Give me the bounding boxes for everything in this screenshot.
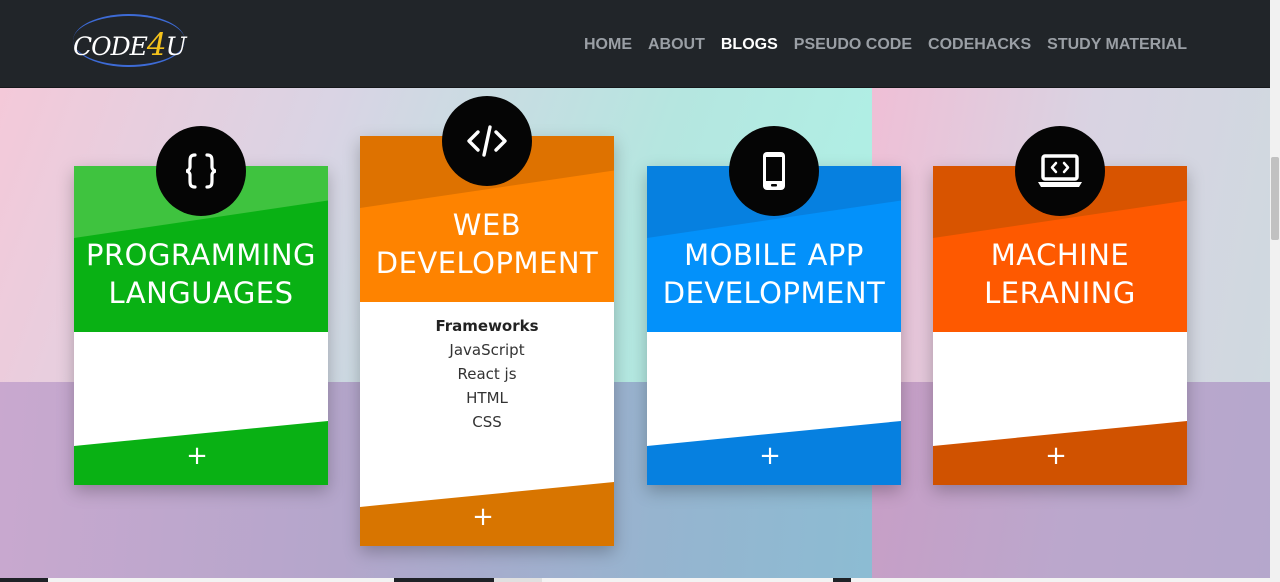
nav-about[interactable]: ABOUT	[648, 36, 705, 54]
card-title: PROGRAMMING LANGUAGES	[85, 238, 316, 310]
framework-item: HTML	[466, 389, 508, 407]
framework-item: React js	[457, 365, 517, 383]
expand-plus-icon[interactable]: +	[74, 443, 320, 469]
expand-plus-icon[interactable]: +	[933, 443, 1179, 469]
code-tag-icon	[442, 96, 532, 186]
card-title: MOBILE APP DEVELOPMENT	[662, 238, 886, 310]
expand-plus-icon[interactable]: +	[360, 504, 606, 530]
smartphone-icon	[729, 126, 819, 216]
nav-blogs[interactable]: BLOGS	[721, 36, 778, 54]
nav-home[interactable]: HOME	[584, 36, 632, 54]
laptop-code-icon	[1015, 126, 1105, 216]
bottom-strip-segment	[542, 578, 833, 582]
card-body: Frameworks JavaScript React js HTML CSS	[360, 302, 614, 434]
card-title: MACHINE LERANING	[984, 238, 1136, 310]
frameworks-heading: Frameworks	[435, 317, 539, 335]
framework-item: JavaScript	[449, 341, 525, 359]
card-mobile-app-development[interactable]: MOBILE APP DEVELOPMENT +	[647, 126, 901, 485]
bottom-strip-segment	[48, 578, 394, 582]
card-web-development[interactable]: WEB DEVELOPMENT Frameworks JavaScript Re…	[360, 96, 614, 546]
card-programming-languages[interactable]: PROGRAMMING LANGUAGES +	[74, 126, 328, 485]
brand-logo-text: CODE4U	[73, 27, 187, 63]
framework-item: CSS	[472, 413, 502, 431]
navbar: CODE4U HOME ABOUT BLOGS PSEUDO CODE CODE…	[0, 0, 1270, 88]
nav-pseudo-code[interactable]: PSEUDO CODE	[794, 36, 912, 54]
page-scrollbar[interactable]	[1270, 0, 1280, 582]
nav-study-material[interactable]: STUDY MATERIAL	[1047, 36, 1187, 54]
brand-logo[interactable]: CODE4U	[73, 14, 187, 67]
nav-codehacks[interactable]: CODEHACKS	[928, 36, 1031, 54]
main-nav: HOME ABOUT BLOGS PSEUDO CODE CODEHACKS S…	[584, 36, 1187, 54]
curly-braces-icon	[156, 126, 246, 216]
scrollbar-thumb[interactable]	[1271, 157, 1279, 240]
expand-plus-icon[interactable]: +	[647, 443, 893, 469]
bottom-strip	[0, 578, 1270, 582]
bottom-strip-segment	[851, 578, 1270, 582]
bottom-strip-segment	[494, 578, 542, 582]
card-machine-learning[interactable]: MACHINE LERANING +	[933, 126, 1187, 485]
card-title: WEB DEVELOPMENT	[375, 208, 599, 280]
